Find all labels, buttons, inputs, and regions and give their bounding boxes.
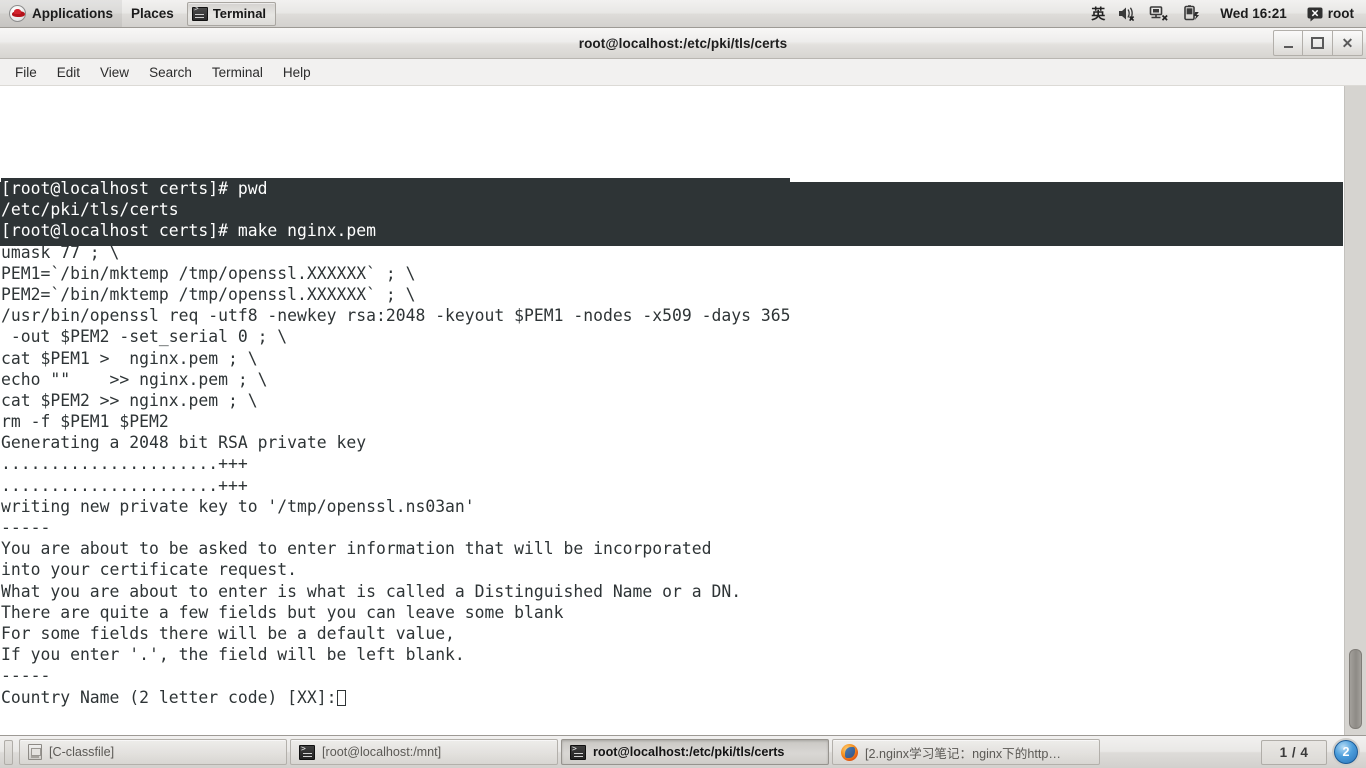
- terminal-line: ......................+++: [1, 475, 248, 495]
- terminal-line: There are quite a few fields but you can…: [1, 602, 564, 622]
- network-indicator[interactable]: [1145, 2, 1174, 26]
- power-indicator[interactable]: [1178, 2, 1205, 26]
- top-panel: Applications Places Terminal 英: [0, 0, 1366, 28]
- terminal-line: echo "" >> nginx.pem ; \: [1, 369, 268, 389]
- scrollbar-thumb[interactable]: [1349, 649, 1362, 729]
- system-tray: 英 Wed 16:21 root: [1087, 2, 1366, 26]
- terminal-icon: [570, 744, 586, 760]
- terminal-line: PEM2=`/bin/mktemp /tmp/openssl.XXXXXX` ;…: [1, 284, 416, 304]
- terminal-line-selected: [root@localhost certs]# pwd: [1, 178, 791, 200]
- task-label: [2.nginx学习笔记：nginx下的http…: [865, 746, 1061, 761]
- menubar: File Edit View Search Terminal Help: [0, 59, 1366, 86]
- menu-search[interactable]: Search: [140, 62, 201, 83]
- input-method-icon: 英: [1091, 5, 1106, 22]
- close-button[interactable]: ✕: [1333, 30, 1363, 56]
- terminal-line: /usr/bin/openssl req -utf8 -newkey rsa:2…: [1, 306, 791, 326]
- clock[interactable]: Wed 16:21: [1209, 2, 1298, 26]
- terminal-prompt-text: Country Name (2 letter code) [XX]:: [1, 687, 337, 707]
- user-account-icon: [1307, 7, 1323, 21]
- terminal-line: For some fields there will be a default …: [1, 623, 455, 643]
- terminal-line-selected: [root@localhost certs]# make nginx.pem: [1, 220, 791, 242]
- panel-window-list: Terminal: [186, 1, 277, 26]
- terminal-cursor: [336, 689, 346, 706]
- redhat-logo-icon: [9, 5, 26, 22]
- task-item[interactable]: [2.nginx学习笔记：nginx下的http…: [832, 739, 1100, 765]
- applications-menu[interactable]: Applications: [0, 0, 123, 27]
- terminal-line: writing new private key to '/tmp/openssl…: [1, 496, 475, 516]
- terminal-body: [root@localhost certs]# pwd/etc/pki/tls/…: [0, 86, 1366, 735]
- user-menu-label: root: [1327, 6, 1354, 21]
- window-titlebar[interactable]: root@localhost:/etc/pki/tls/certs ✕: [0, 28, 1366, 59]
- places-menu[interactable]: Places: [122, 0, 183, 27]
- window-list-item-label: Terminal: [212, 6, 267, 21]
- window-controls: ✕: [1273, 30, 1363, 56]
- terminal-window: root@localhost:/etc/pki/tls/certs ✕ File…: [0, 28, 1366, 735]
- battery-charging-icon: [1184, 5, 1200, 21]
- terminal-line: PEM1=`/bin/mktemp /tmp/openssl.XXXXXX` ;…: [1, 263, 416, 283]
- window-title: root@localhost:/etc/pki/tls/certs: [578, 35, 788, 51]
- volume-muted-icon: [1119, 7, 1135, 22]
- network-disconnected-icon: [1149, 6, 1168, 21]
- file-manager-icon: [28, 744, 42, 760]
- volume-indicator[interactable]: [1113, 2, 1141, 26]
- terminal-line: You are about to be asked to enter infor…: [1, 539, 712, 559]
- terminal-output: [root@localhost certs]# pwd/etc/pki/tls/…: [1, 178, 791, 708]
- terminal-scrollbar[interactable]: [1344, 86, 1366, 735]
- task-label: [root@localhost:/mnt]: [322, 745, 442, 759]
- applications-menu-label: Applications: [32, 6, 114, 21]
- workspace-pager[interactable]: 1 / 4: [1261, 739, 1327, 765]
- terminal-prompt-line: Country Name (2 letter code) [XX]:: [1, 687, 790, 708]
- menu-edit[interactable]: Edit: [48, 62, 89, 83]
- terminal-icon: [191, 6, 208, 21]
- show-desktop-icon[interactable]: [4, 739, 13, 765]
- window-list-item-terminal[interactable]: Terminal: [186, 1, 277, 26]
- places-menu-label: Places: [131, 6, 174, 21]
- menu-terminal[interactable]: Terminal: [203, 62, 272, 83]
- terminal-line: ......................+++: [1, 454, 248, 474]
- terminal-line: rm -f $PEM1 $PEM2: [1, 412, 169, 432]
- terminal-line-selected: /etc/pki/tls/certs: [1, 199, 791, 221]
- terminal-icon: [299, 744, 315, 760]
- task-item-active[interactable]: root@localhost:/etc/pki/tls/certs: [561, 739, 829, 765]
- terminal-line: -out $PEM2 -set_serial 0 ; \: [1, 327, 288, 347]
- maximize-button[interactable]: [1303, 30, 1333, 56]
- terminal-line: cat $PEM1 > nginx.pem ; \: [1, 348, 258, 368]
- menu-file[interactable]: File: [6, 62, 46, 83]
- menu-help[interactable]: Help: [274, 62, 320, 83]
- bottom-panel: [C-classfile] [root@localhost:/mnt] root…: [0, 735, 1366, 768]
- clock-label: Wed 16:21: [1220, 6, 1287, 21]
- terminal-line: -----: [1, 518, 51, 537]
- terminal-line: cat $PEM2 >> nginx.pem ; \: [1, 390, 258, 410]
- task-label: [C-classfile]: [49, 745, 115, 759]
- user-menu[interactable]: root: [1302, 2, 1358, 26]
- firefox-icon: [841, 743, 858, 761]
- task-item[interactable]: [root@localhost:/mnt]: [290, 739, 558, 765]
- notification-badge[interactable]: 2: [1334, 740, 1358, 764]
- workspace-switcher: 1 / 4 2: [1261, 739, 1362, 765]
- menu-view[interactable]: View: [91, 62, 138, 83]
- minimize-button[interactable]: [1273, 30, 1303, 56]
- terminal-line: umask 77 ; \: [1, 242, 120, 262]
- close-icon: ✕: [1341, 35, 1354, 51]
- terminal-line: What you are about to enter is what is c…: [1, 581, 742, 601]
- terminal-line: -----: [1, 666, 51, 686]
- terminal-screen[interactable]: [root@localhost certs]# pwd/etc/pki/tls/…: [0, 86, 1344, 735]
- terminal-line: Generating a 2048 bit RSA private key: [1, 433, 367, 453]
- input-method-indicator[interactable]: 英: [1087, 2, 1109, 26]
- task-item[interactable]: [C-classfile]: [19, 739, 287, 765]
- task-label: root@localhost:/etc/pki/tls/certs: [593, 745, 785, 759]
- terminal-line: If you enter '.', the field will be left…: [1, 645, 465, 665]
- terminal-line: into your certificate request.: [1, 560, 298, 580]
